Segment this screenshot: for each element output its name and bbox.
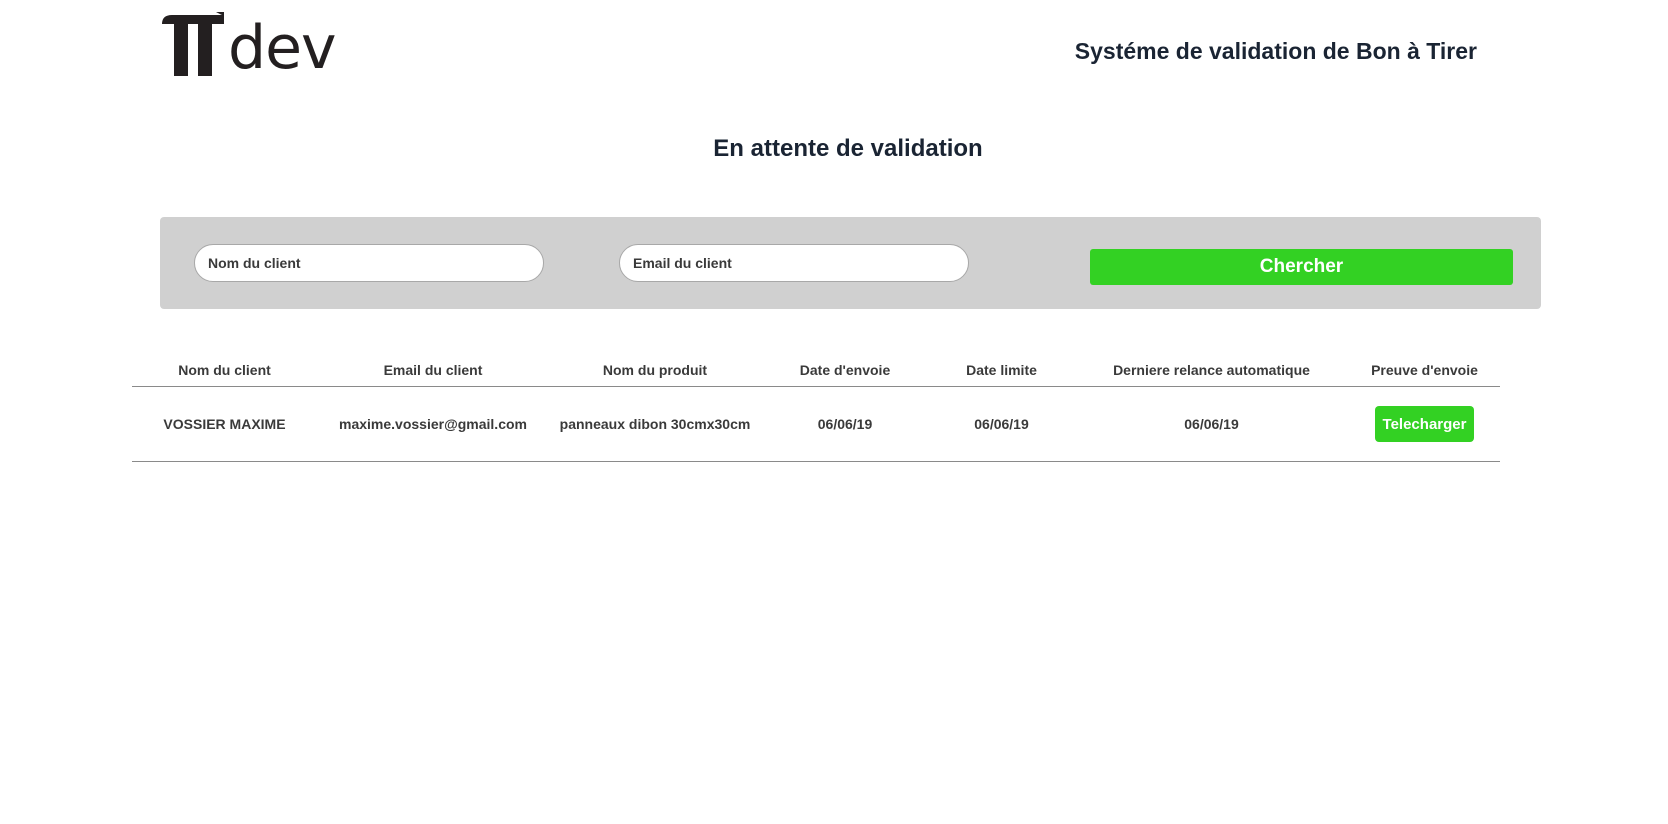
cell-client-name: VOSSIER MAXIME bbox=[132, 386, 317, 462]
cell-product-name: panneaux dibon 30cmx30cm bbox=[549, 386, 761, 462]
logo-text: dev bbox=[228, 13, 337, 83]
cell-client-email: maxime.vossier@gmail.com bbox=[317, 386, 549, 462]
cell-sent-date: 06/06/19 bbox=[761, 386, 929, 462]
table-row: VOSSIER MAXIME maxime.vossier@gmail.com … bbox=[132, 386, 1500, 462]
download-proof-button[interactable]: Telecharger bbox=[1374, 406, 1475, 442]
cell-deadline: 06/06/19 bbox=[929, 386, 1074, 462]
header-row: Nom du client Email du client Nom du pro… bbox=[132, 354, 1500, 387]
app-title: Systéme de validation de Bon à Tirer bbox=[1074, 38, 1477, 64]
search-panel: Chercher bbox=[160, 217, 1541, 309]
logo: dev bbox=[160, 8, 337, 83]
column-header-deadline: Date limite bbox=[929, 354, 1074, 387]
page: dev Systéme de validation de Bon à Tirer… bbox=[0, 0, 1668, 824]
client-name-search-input[interactable] bbox=[194, 244, 544, 282]
cell-proof: Telecharger bbox=[1349, 386, 1500, 462]
column-header-client-name: Nom du client bbox=[132, 354, 317, 387]
search-button[interactable]: Chercher bbox=[1090, 249, 1513, 285]
results-table: Nom du client Email du client Nom du pro… bbox=[132, 354, 1500, 462]
column-header-proof: Preuve d'envoie bbox=[1349, 354, 1500, 387]
column-header-product-name: Nom du produit bbox=[549, 354, 761, 387]
column-header-last-reminder: Derniere relance automatique bbox=[1074, 354, 1349, 387]
cell-last-reminder: 06/06/19 bbox=[1074, 386, 1349, 462]
table-header: Nom du client Email du client Nom du pro… bbox=[132, 354, 1500, 387]
column-header-client-email: Email du client bbox=[317, 354, 549, 387]
column-header-sent-date: Date d'envoie bbox=[761, 354, 929, 387]
page-heading: En attente de validation bbox=[713, 135, 983, 162]
pi-logo-icon bbox=[162, 12, 224, 76]
table-body: VOSSIER MAXIME maxime.vossier@gmail.com … bbox=[132, 386, 1500, 462]
client-email-search-input[interactable] bbox=[619, 244, 969, 282]
